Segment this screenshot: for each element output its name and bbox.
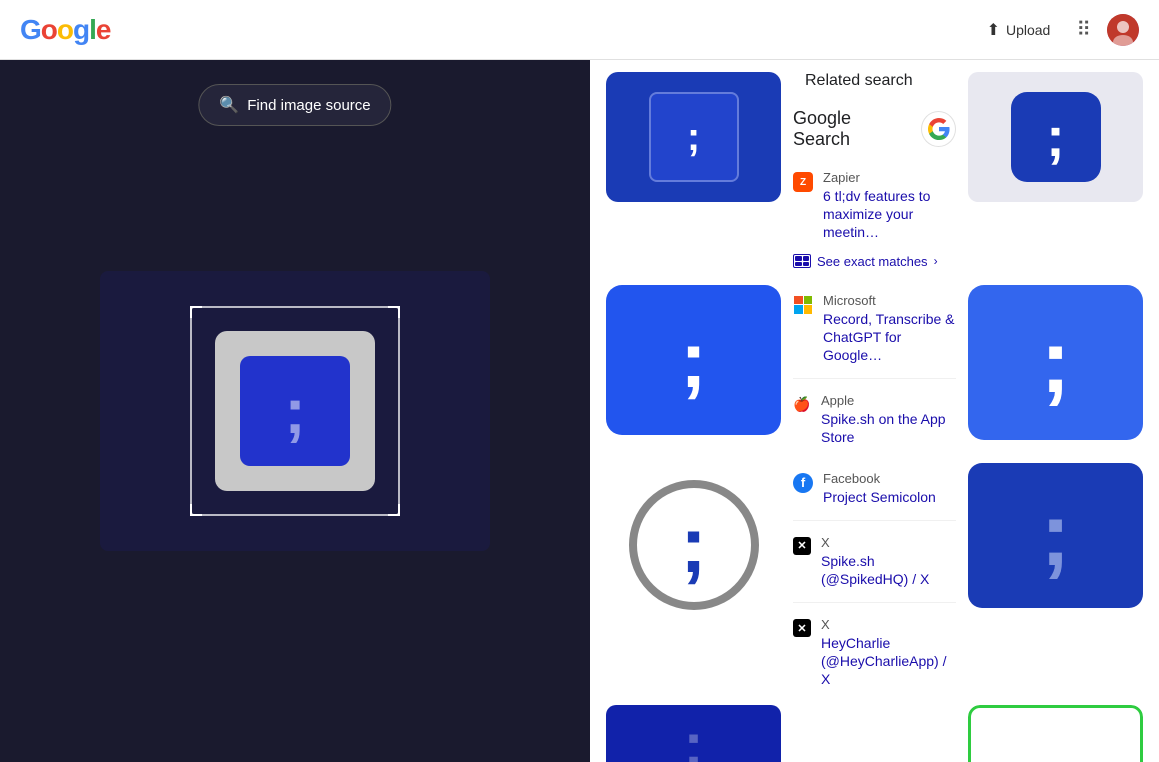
semicolon-right-2: ; (1041, 322, 1071, 403)
mid-col-top: Related search Google Search Z (781, 72, 968, 277)
google-logo[interactable]: Google (20, 14, 110, 46)
zapier-title: 6 tl;dv features to maximize your meetin… (823, 187, 956, 242)
top-row: ; Related search Google Search (606, 72, 1143, 277)
thumb-right-2-bg: ; (968, 285, 1143, 440)
thumb-2-bg: ; (606, 285, 781, 435)
microsoft-icon (793, 295, 813, 315)
divider-2 (793, 520, 956, 521)
zapier-icon: Z (793, 172, 813, 192)
semicolon-right-3: ; (1041, 495, 1071, 576)
see-exact-matches[interactable]: See exact matches › (793, 250, 956, 277)
thumb-4-bg: ; (606, 705, 781, 762)
semicolon-inner: ; (284, 379, 305, 443)
facebook-name: Facebook (823, 471, 956, 486)
thumb-right-3[interactable]: ; (968, 463, 1143, 608)
thumb-1[interactable]: ; (606, 72, 781, 202)
x-2-info: X HeyCharlie (@HeyCharlieApp) / X (821, 617, 956, 689)
zapier-name: Zapier (823, 170, 956, 185)
upload-button[interactable]: ⬆ Upload (977, 14, 1061, 46)
see-exact-label: See exact matches (817, 254, 928, 269)
facebook-info: Facebook Project Semicolon (823, 471, 956, 506)
header-left: Google (20, 14, 110, 46)
blue-card: ; (240, 356, 350, 466)
thumb-1-inner-card: ; (649, 92, 739, 182)
thumb-right-4[interactable]: ; (968, 705, 1143, 762)
microsoft-title: Record, Transcribe & ChatGPT for Google… (823, 310, 956, 365)
semicolon-right-1: ; (1046, 112, 1065, 162)
thumb-right-1[interactable]: ; (968, 72, 1143, 202)
x-1-name: X (821, 535, 956, 550)
apple-title: Spike.sh on the App Store (821, 410, 956, 446)
microsoft-info: Microsoft Record, Transcribe & ChatGPT f… (823, 293, 956, 365)
facebook-title: Project Semicolon (823, 488, 956, 506)
find-image-button[interactable]: 🔍 Find image source (198, 84, 391, 126)
circle-outer: ; (629, 480, 759, 610)
inner-image: ; (215, 331, 375, 491)
source-microsoft[interactable]: Microsoft Record, Transcribe & ChatGPT f… (793, 285, 956, 373)
main-content: 🔍 Find image source ; (0, 60, 1159, 762)
upload-icon: ⬆ (987, 20, 1000, 40)
source-facebook[interactable]: f Facebook Project Semicolon (793, 463, 956, 514)
microsoft-name: Microsoft (823, 293, 956, 308)
divider-3 (793, 602, 956, 603)
google-g-icon[interactable] (921, 111, 956, 147)
semicolon-1: ; (687, 115, 700, 160)
circle-semicolon-bg: ; (606, 463, 781, 628)
upload-label: Upload (1006, 22, 1050, 38)
facebook-icon: f (793, 473, 813, 493)
thumb-2[interactable]: ; (606, 285, 781, 435)
apple-name: Apple (821, 393, 956, 408)
thumb-3[interactable]: ; (606, 463, 781, 628)
x-1-info: X Spike.sh (@SpikedHQ) / X (821, 535, 956, 588)
source-apple[interactable]: 🍎 Apple Spike.sh on the App Store (793, 385, 956, 454)
source-x-2[interactable]: ✕ X HeyCharlie (@HeyCharlieApp) / X (793, 609, 956, 697)
chevron-right-icon: › (934, 254, 938, 268)
related-search-title: Related search (793, 72, 956, 90)
x-2-name: X (821, 617, 956, 632)
corner-br (388, 504, 400, 516)
mid-col-2: Microsoft Record, Transcribe & ChatGPT f… (781, 285, 968, 455)
mid-col-3: f Facebook Project Semicolon ✕ X Spike.s… (781, 463, 968, 697)
lens-icon: 🔍 (219, 95, 239, 115)
semicolon-4: ; (684, 710, 704, 762)
x-icon-1: ✕ (793, 537, 811, 555)
find-image-label: Find image source (247, 97, 370, 114)
google-search-label: Google Search (793, 108, 909, 150)
apple-info: Apple Spike.sh on the App Store (821, 393, 956, 446)
thumb-right-2[interactable]: ; (968, 285, 1143, 440)
image-preview: ; (100, 271, 490, 551)
semicolon-2: ; (680, 324, 707, 396)
thumb-right-1-bg: ; (968, 72, 1143, 202)
semicolon-right-4: ; (1042, 741, 1069, 762)
second-row: ; Microsoft Recor (606, 285, 1143, 455)
third-row: ; f Facebook Project Semicolon ✕ (606, 463, 1143, 697)
x-1-title: Spike.sh (@SpikedHQ) / X (821, 552, 956, 588)
divider-1 (793, 378, 956, 379)
header: Google ⬆ Upload ⠿ (0, 0, 1159, 60)
apps-grid-icon[interactable]: ⠿ (1076, 17, 1091, 42)
thumb-1-bg: ; (606, 72, 781, 202)
mid-col-bottom (781, 705, 968, 762)
bottom-row: ; ; (606, 705, 1143, 762)
google-search-row[interactable]: Google Search (793, 100, 956, 162)
x-icon-2: ✕ (793, 619, 811, 637)
left-panel: 🔍 Find image source ; (0, 60, 590, 762)
avatar[interactable] (1107, 14, 1139, 46)
zapier-info: Zapier 6 tl;dv features to maximize your… (823, 170, 956, 242)
source-zapier[interactable]: Z Zapier 6 tl;dv features to maximize yo… (793, 162, 956, 250)
x-2-title: HeyCharlie (@HeyCharlieApp) / X (821, 634, 956, 689)
thumb-right-3-bg: ; (968, 463, 1143, 608)
see-exact-icon (793, 254, 811, 268)
blue-icon-1: ; (1011, 92, 1101, 182)
source-x-1[interactable]: ✕ X Spike.sh (@SpikedHQ) / X (793, 527, 956, 596)
corner-tl (190, 306, 202, 318)
thumb-right-4-bg: ; (968, 705, 1143, 762)
thumb-4[interactable]: ; (606, 705, 781, 762)
header-right: ⬆ Upload ⠿ (977, 14, 1139, 46)
corner-tr (388, 306, 400, 318)
apple-icon: 🍎 (793, 395, 811, 413)
semicolon-circle: ; (680, 509, 707, 581)
corner-bl (190, 504, 202, 516)
right-panel[interactable]: ; Related search Google Search (590, 60, 1159, 762)
